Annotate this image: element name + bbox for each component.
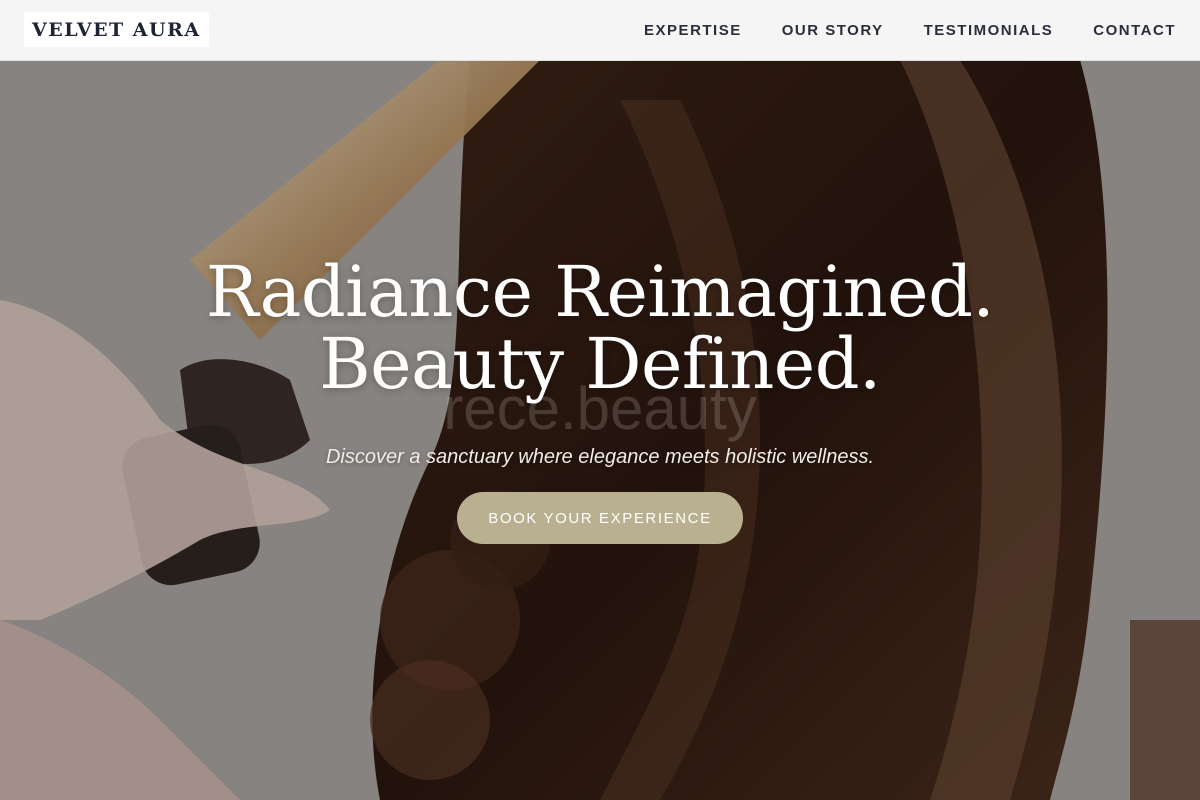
nav-link-expertise[interactable]: EXPERTISE bbox=[644, 22, 742, 39]
hero-title: Radiance Reimagined. Beauty Defined. bbox=[0, 256, 1200, 400]
nav-link-our-story[interactable]: OUR STORY bbox=[782, 22, 884, 39]
nav-link-testimonials[interactable]: TESTIMONIALS bbox=[924, 22, 1054, 39]
site-header: VELVET AURA EXPERTISE OUR STORY TESTIMON… bbox=[0, 0, 1200, 61]
book-experience-button[interactable]: BOOK YOUR EXPERIENCE bbox=[457, 492, 743, 544]
nav-link-contact[interactable]: CONTACT bbox=[1093, 22, 1176, 39]
hero-content: Radiance Reimagined. Beauty Defined. bbox=[0, 256, 1200, 400]
main-nav: EXPERTISE OUR STORY TESTIMONIALS CONTACT bbox=[644, 0, 1176, 60]
hero-title-line-2: Beauty Defined. bbox=[319, 323, 881, 405]
page: VELVET AURA EXPERTISE OUR STORY TESTIMON… bbox=[0, 0, 1200, 800]
hero-subtitle: Discover a sanctuary where elegance meet… bbox=[325, 446, 875, 468]
hero-title-line-1: Radiance Reimagined. bbox=[205, 251, 995, 333]
brand-logo[interactable]: VELVET AURA bbox=[24, 12, 209, 47]
